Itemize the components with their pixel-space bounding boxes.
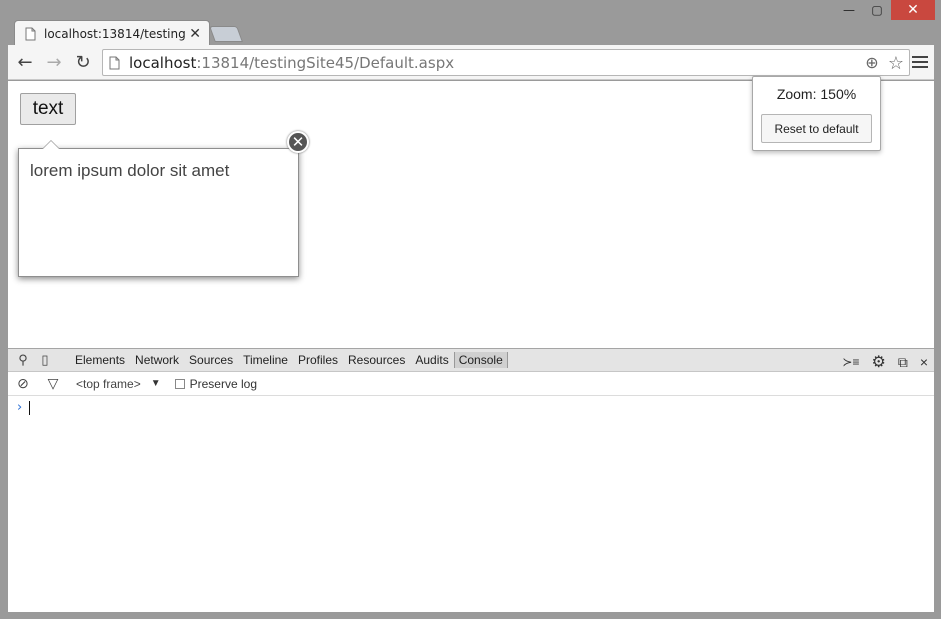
search-icon[interactable]: ⚲: [12, 352, 34, 368]
tab-close-icon[interactable]: ✕: [189, 26, 201, 42]
url-path: :13814/testingSite45/Default.aspx: [196, 53, 455, 72]
preserve-log-checkbox[interactable]: [174, 378, 185, 389]
tab-resources[interactable]: Resources: [343, 353, 410, 367]
preserve-log-label: Preserve log: [189, 376, 257, 391]
minimize-button[interactable]: —: [835, 0, 863, 20]
text-button[interactable]: text: [20, 93, 76, 125]
console-prompt[interactable]: ›: [8, 396, 934, 415]
close-devtools-icon[interactable]: ×: [920, 354, 928, 370]
zoom-level-label: Zoom: 150%: [776, 86, 857, 102]
clear-console-icon[interactable]: ⊘: [8, 375, 38, 392]
tab-title: localhost:13814/testingSite: [44, 26, 186, 41]
text-cursor: [29, 400, 31, 415]
reset-zoom-button[interactable]: Reset to default: [761, 114, 872, 143]
popover-arrow: [42, 140, 60, 149]
filter-icon[interactable]: ▽: [38, 375, 68, 392]
prompt-icon: ›: [17, 400, 23, 415]
page-icon: [109, 56, 120, 69]
star-icon[interactable]: ☆: [887, 53, 905, 74]
tab-timeline[interactable]: Timeline: [238, 353, 293, 367]
gear-icon[interactable]: ⚙: [871, 352, 885, 372]
reload-icon[interactable]: ↻: [72, 51, 94, 73]
tab-elements[interactable]: Elements: [70, 353, 130, 367]
browser-toolbar: ← → ↻ localhost:13814/testingSite45/Defa…: [8, 45, 934, 80]
devtools-tabbar: ⚲ ▯ Elements Network Sources Timeline Pr…: [8, 348, 934, 372]
browser-tab[interactable]: localhost:13814/testingSite ✕: [14, 20, 210, 46]
tab-network[interactable]: Network: [130, 353, 184, 367]
tab-sources[interactable]: Sources: [184, 353, 238, 367]
back-icon[interactable]: ←: [14, 51, 36, 73]
window-controls: — ▢ ✕: [835, 0, 935, 22]
new-tab-button[interactable]: [209, 26, 243, 42]
console-toolbar: ⊘ ▽ <top frame> ▼ Preserve log: [8, 372, 934, 396]
address-bar[interactable]: localhost:13814/testingSite45/Default.as…: [102, 49, 910, 76]
forward-icon[interactable]: →: [43, 51, 65, 73]
maximize-button[interactable]: ▢: [863, 0, 891, 20]
popover-text: lorem ipsum dolor sit amet: [30, 161, 230, 180]
chevron-down-icon[interactable]: ▼: [151, 378, 161, 389]
page-icon: [25, 27, 36, 40]
popover-close-icon[interactable]: ✕: [287, 131, 309, 153]
url-host: localhost: [129, 53, 197, 72]
dock-icon[interactable]: ⧉: [898, 354, 908, 371]
devtools-panel: ⚲ ▯ Elements Network Sources Timeline Pr…: [8, 348, 934, 612]
device-mode-icon[interactable]: ▯: [34, 352, 56, 368]
zoom-bubble: Zoom: 150% Reset to default: [752, 76, 881, 151]
popover: lorem ipsum dolor sit amet: [18, 140, 299, 277]
tab-audits[interactable]: Audits: [410, 353, 453, 367]
menu-icon[interactable]: [912, 53, 928, 71]
frame-selector[interactable]: <top frame>: [76, 377, 141, 391]
drawer-toggle-icon[interactable]: ≻≡: [842, 355, 859, 369]
tab-profiles[interactable]: Profiles: [293, 353, 343, 367]
tab-console[interactable]: Console: [453, 352, 508, 368]
zoom-icon[interactable]: ⊕: [863, 53, 881, 74]
close-window-button[interactable]: ✕: [891, 0, 935, 20]
